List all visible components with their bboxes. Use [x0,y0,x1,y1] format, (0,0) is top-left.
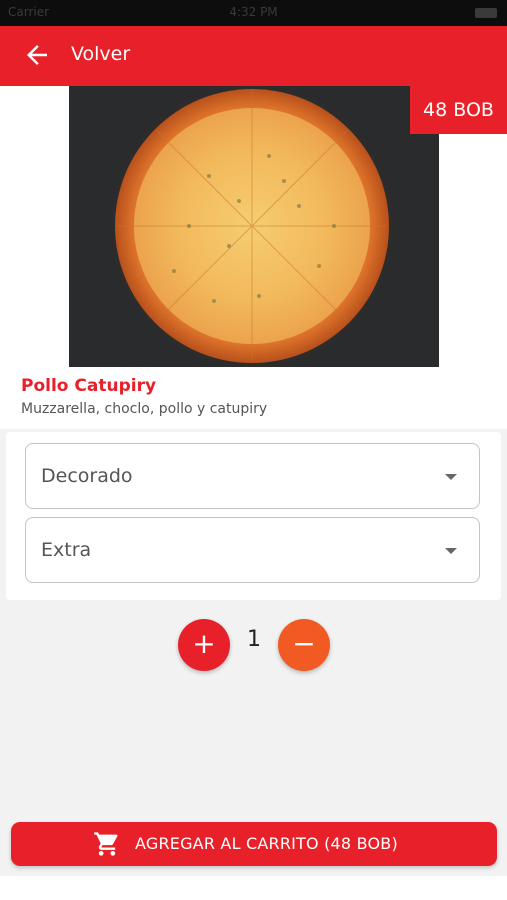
battery-icon [475,8,497,18]
options-card: Decorado Extra [6,432,501,600]
bottom-area [0,876,507,900]
decrease-quantity-button[interactable]: − [278,619,330,671]
product-name: Pollo Catupiry [21,376,157,396]
product-description: Muzzarella, choclo, pollo y catupiry [21,401,268,417]
extra-select[interactable]: Extra [25,517,480,583]
quantity-value: 1 [247,627,261,652]
shopping-cart-icon [94,832,118,856]
product-card: 48 BOB Pollo Catupiry Muzzarella, choclo… [0,86,507,429]
chevron-down-icon [445,548,457,554]
increase-quantity-button[interactable]: + [178,619,230,671]
app-bar: Volver [0,26,507,86]
plus-icon: + [192,627,216,660]
status-time: 4:32 PM [229,5,278,19]
extra-select-label: Extra [41,539,92,561]
minus-icon: − [292,627,316,660]
add-to-cart-label: AGREGAR AL CARRITO (48 BOB) [135,834,398,853]
product-image [69,86,439,367]
add-to-cart-button[interactable]: AGREGAR AL CARRITO (48 BOB) [11,822,497,866]
chevron-down-icon [445,474,457,480]
decorado-select-label: Decorado [41,465,133,487]
back-button[interactable] [22,40,52,70]
price-tag: 48 BOB [410,86,507,134]
arrow-left-icon [27,45,47,65]
decorado-select[interactable]: Decorado [25,443,480,509]
status-bar: Carrier 4:32 PM [0,0,507,26]
back-label[interactable]: Volver [71,43,130,65]
